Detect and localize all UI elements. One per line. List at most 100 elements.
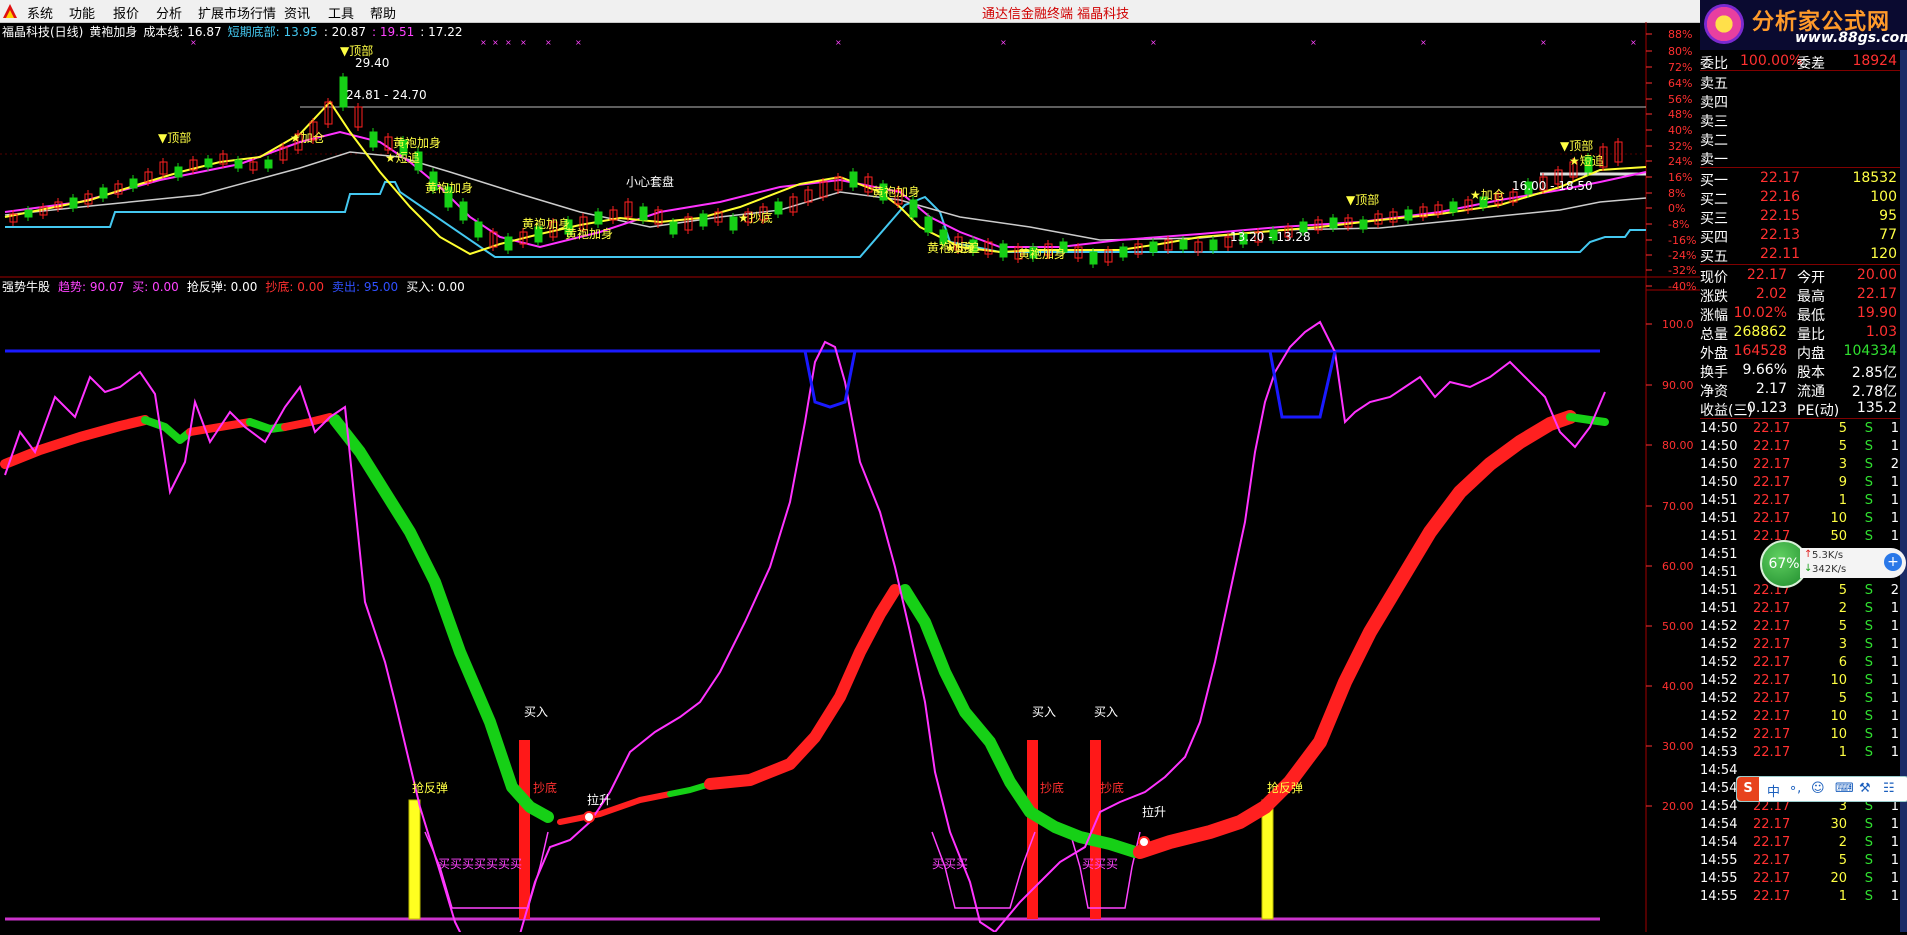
tick-volume: 5 (1838, 619, 1847, 634)
top-y-label: 32% (1668, 140, 1692, 153)
sell-level-label: 卖四 (1700, 95, 1728, 111)
bottom-title-part: 抄底: 0.00 (265, 279, 324, 294)
stat-row: 现价 22.17 今开 20.00 (1700, 266, 1907, 286)
quote-separator (1700, 167, 1907, 168)
tick-row: 14:51 22.17 10 S 1 (1700, 510, 1907, 528)
tick-price: 22.17 (1753, 871, 1791, 886)
buy-level-label: 买四 (1700, 230, 1728, 246)
bottom-chart-annotation: 抄底 (533, 780, 557, 795)
top-y-label: 72% (1668, 61, 1692, 74)
stat-value-2: 104334 (1843, 343, 1897, 359)
ime-emoji-icon[interactable]: ☺ (1811, 781, 1825, 796)
bottom-chart-annotation: 抄底 (1100, 780, 1124, 795)
stat-label: 涨幅 (1700, 308, 1728, 324)
tick-volume: 30 (1830, 817, 1847, 832)
marker-x: × (492, 38, 499, 47)
buy-level-volume: 18532 (1852, 170, 1897, 186)
tick-price: 22.17 (1753, 637, 1791, 652)
menu-system[interactable]: 系统 (27, 3, 53, 22)
tick-volume: 10 (1830, 709, 1847, 724)
ad-banner[interactable]: 分析家公式网 www.88gs.com (1700, 0, 1907, 50)
tick-side: S (1864, 421, 1873, 436)
tick-volume: 10 (1830, 511, 1847, 526)
top-chart-title: 福晶科技(日线) 黄袍加身 成本线: 16.87 短期底部: 13.95: 20.87… (2, 24, 462, 39)
top-y-label: 80% (1668, 45, 1692, 58)
tick-time: 14:52 (1700, 691, 1738, 706)
buy-level-volume: 95 (1879, 208, 1897, 224)
tick-side: S (1864, 601, 1873, 616)
yellow-ma-line (4, 100, 1647, 256)
stat-row: 涨幅 10.02% 最低 19.90 (1700, 304, 1907, 324)
menu-help[interactable]: 帮助 (370, 3, 396, 22)
tick-time: 14:54 (1700, 835, 1738, 850)
tick-count: 1 (1890, 601, 1899, 616)
tick-side: S (1864, 673, 1873, 688)
stat-value: 9.66% (1742, 362, 1787, 378)
candlestick (234, 159, 243, 169)
chart-canvas[interactable]: 福晶科技(日线) 黄袍加身 成本线: 16.87 短期底部: 13.95: 20.87… (0, 22, 1700, 935)
network-speed-widget[interactable]: 67% ↑ 5.3K/s ↓ 342K/s + (1760, 540, 1907, 588)
magenta-ma-line (4, 130, 1647, 249)
stat-value: 0.123 (1746, 400, 1787, 416)
stat-label: 净资 (1700, 384, 1728, 400)
pullup-marker-icon (583, 811, 595, 823)
bottom-chart-annotation: 抢反弹 (1267, 780, 1303, 795)
bottom-y-label: 80.00 (1662, 439, 1694, 452)
tick-count: 1 (1890, 691, 1899, 706)
stat-label-2: 流通 (1797, 384, 1825, 400)
bottom-y-label: 50.00 (1662, 620, 1694, 633)
tick-time: 14:52 (1700, 637, 1738, 652)
tick-count: 1 (1890, 853, 1899, 868)
tick-time: 14:52 (1700, 619, 1738, 634)
stat-label: 收益(三) (1700, 403, 1753, 419)
top-chart-annotation: 黄袍加身 (927, 240, 975, 255)
top-chart-annotation: 16.00 - 18.50 (1512, 179, 1593, 193)
stat-label-2: 股本 (1797, 365, 1825, 381)
trend-ribbon-up (281, 413, 334, 431)
tick-price: 22.17 (1753, 655, 1791, 670)
menu-function[interactable]: 功能 (69, 3, 95, 22)
top-chart-annotation: 黄袍加身 (522, 216, 570, 231)
ime-keyboard-icon[interactable]: ⌨ (1835, 781, 1854, 796)
tick-volume: 10 (1830, 673, 1847, 688)
candlestick (69, 197, 78, 209)
candlestick (204, 158, 213, 168)
ime-punct-icon[interactable]: ∘, (1789, 781, 1801, 796)
menu-quote[interactable]: 报价 (113, 3, 139, 22)
menu-analysis[interactable]: 分析 (156, 3, 182, 22)
chart-area[interactable]: 福晶科技(日线) 黄袍加身 成本线: 16.87 短期底部: 13.95: 20.87… (0, 22, 1700, 935)
bottom-y-label: 90.00 (1662, 379, 1694, 392)
menu-tools[interactable]: 工具 (328, 3, 354, 22)
bottom-y-label: 100.0 (1662, 318, 1694, 331)
tick-price: 22.17 (1753, 673, 1791, 688)
buy-level-price: 22.16 (1760, 189, 1801, 205)
menu-news[interactable]: 资讯 (284, 3, 310, 22)
bottom-y-label: 70.00 (1662, 500, 1694, 513)
buy-level-volume: 77 (1879, 227, 1897, 243)
top-title-part: 短期底部: 13.95 (228, 24, 318, 39)
tick-side: S (1864, 691, 1873, 706)
stat-value-2: 2.85亿 (1851, 365, 1897, 381)
ime-tools-icon[interactable]: ⚒ (1859, 781, 1871, 796)
tick-time: 14:50 (1700, 439, 1738, 454)
tick-row: 14:55 22.17 20 S 1 (1700, 870, 1907, 888)
tick-time: 14:54 (1700, 799, 1738, 814)
menu-extended-market[interactable]: 扩展市场行情 (198, 3, 276, 22)
tick-price: 22.17 (1753, 853, 1791, 868)
ime-menu-icon[interactable]: ☷ (1883, 781, 1895, 796)
candlestick (849, 171, 858, 188)
bottom-title-part: 强势牛股 (2, 279, 50, 294)
tick-volume: 5 (1838, 439, 1847, 454)
tick-time: 14:52 (1700, 655, 1738, 670)
tick-side: S (1864, 655, 1873, 670)
top-chart-annotation: ▼顶部 (158, 130, 191, 145)
ime-toolbar[interactable]: S 中 ∘, ☺ ⌨ ⚒ ☷ (1736, 776, 1907, 802)
rebound-bar (1261, 799, 1274, 920)
buy-level-label: 买二 (1700, 192, 1728, 208)
expand-plus-icon[interactable]: + (1884, 553, 1902, 571)
tick-time: 14:51 (1700, 547, 1738, 562)
candlestick (174, 166, 183, 178)
ime-chinese-toggle[interactable]: 中 (1767, 781, 1780, 800)
top-chart-annotation: 13.20 - 13.28 (1230, 230, 1311, 244)
buy-level-label: 买五 (1700, 249, 1728, 265)
